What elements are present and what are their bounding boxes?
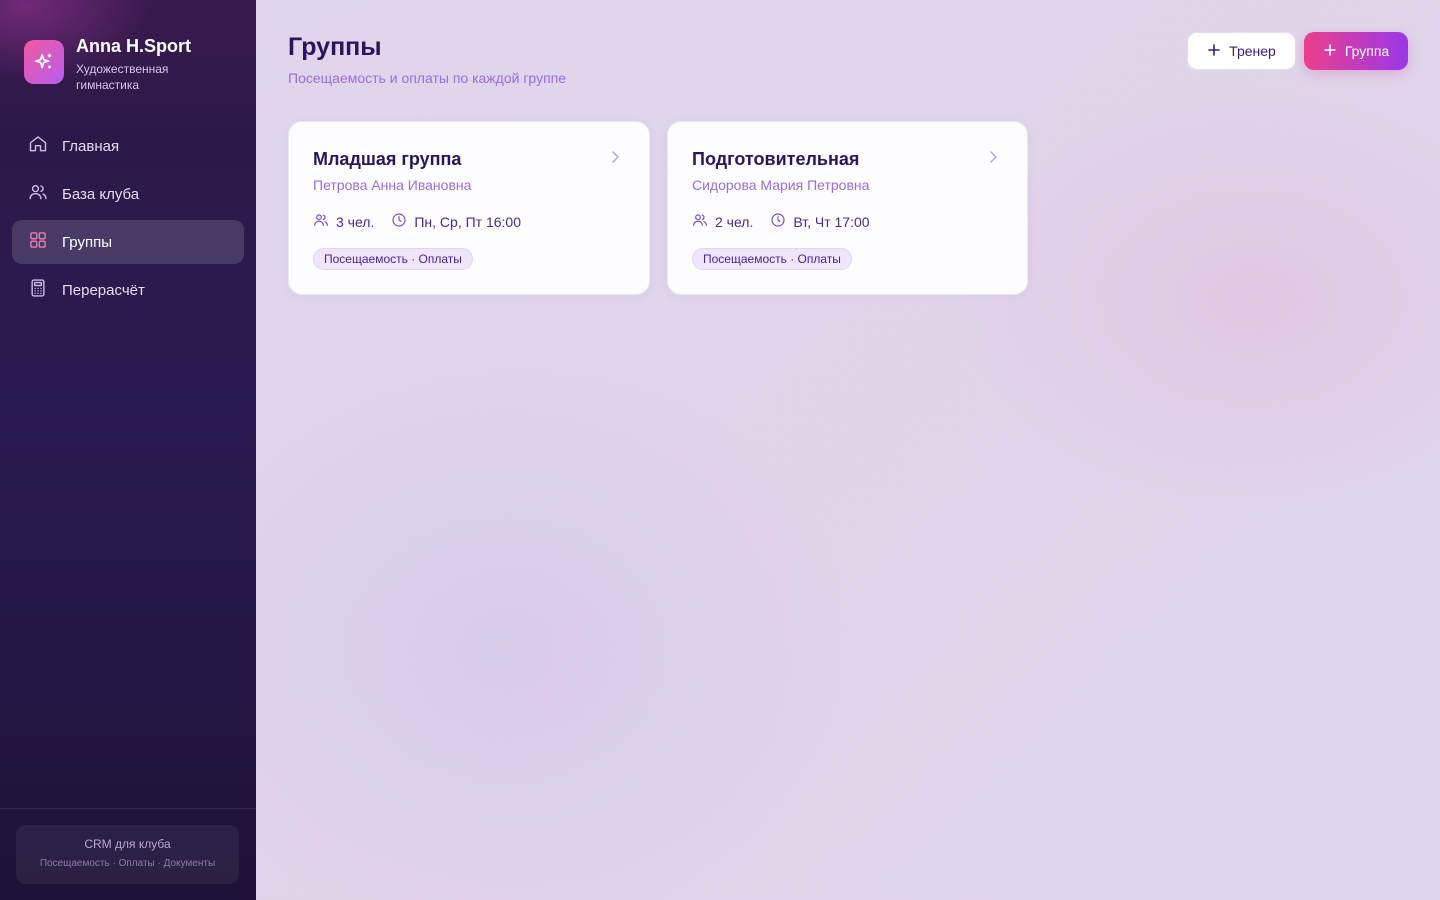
- main-content: Группы Посещаемость и оплаты по каждой г…: [256, 0, 1440, 900]
- group-schedule: Вт, Чт 17:00: [793, 213, 870, 230]
- divider: [0, 808, 256, 809]
- status-badge: Посещаемость · Оплаты: [692, 248, 852, 270]
- plus-icon: [1207, 43, 1221, 60]
- group-card[interactable]: Младшая группа Петрова Анна Ивановна 3 ч…: [288, 121, 650, 295]
- group-trainer: Сидорова Мария Петровна: [692, 177, 870, 193]
- users-icon: [28, 182, 48, 206]
- group-schedule: Пн, Ср, Пт 16:00: [414, 213, 522, 230]
- sparkles-icon: [24, 40, 64, 84]
- sidebar-item-label: Главная: [62, 137, 120, 155]
- sidebar-item-club-base[interactable]: База клуба: [12, 172, 244, 216]
- users-icon: [313, 212, 329, 231]
- page-subtitle: Посещаемость и оплаты по каждой группе: [288, 70, 567, 86]
- sidebar-item-label: Перерасчёт: [62, 281, 145, 299]
- add-group-label: Группа: [1344, 43, 1390, 59]
- add-trainer-button[interactable]: Тренер: [1187, 32, 1296, 70]
- sidebar-item-label: База клуба: [62, 185, 140, 203]
- footer-title: CRM для клуба: [84, 837, 171, 851]
- sidebar-item-home[interactable]: Главная: [12, 124, 244, 168]
- sidebar-footer-card: CRM для клуба Посещаемость · Оплаты · До…: [16, 825, 239, 884]
- sidebar-item-recalculation[interactable]: Перерасчёт: [12, 268, 244, 312]
- brand-header: Anna H.Sport Художественная гимнастика: [0, 0, 256, 124]
- sidebar: Anna H.Sport Художественная гимнастика Г…: [0, 0, 256, 900]
- users-icon: [692, 212, 708, 231]
- status-badge: Посещаемость · Оплаты: [313, 248, 473, 270]
- plus-icon: [1323, 43, 1337, 60]
- group-meta: 2 чел. Вт, Чт 17:00: [692, 212, 1003, 231]
- chevron-right-icon: [987, 150, 999, 169]
- page-title: Группы: [288, 33, 382, 61]
- clock-icon: [770, 212, 786, 231]
- group-members: 2 чел.: [715, 213, 754, 230]
- calculator-icon: [28, 278, 48, 302]
- home-icon: [28, 134, 48, 158]
- group-trainer: Петрова Анна Ивановна: [313, 177, 472, 193]
- group-meta: 3 чел. Пн, Ср, Пт 16:00: [313, 212, 625, 231]
- clock-icon: [391, 212, 407, 231]
- footer-subtitle: Посещаемость · Оплаты · Документы: [39, 858, 216, 869]
- brand-subtitle: Художественная гимнастика: [76, 62, 169, 92]
- group-card[interactable]: Подготовительная Сидорова Мария Петровна…: [667, 121, 1028, 295]
- group-name: Младшая группа: [313, 149, 462, 169]
- brand-title: Anna H.Sport: [76, 36, 191, 56]
- add-trainer-label: Тренер: [1229, 43, 1276, 59]
- sidebar-item-groups[interactable]: Группы: [12, 220, 244, 264]
- chevron-right-icon: [609, 150, 621, 169]
- group-name: Подготовительная: [692, 149, 860, 169]
- grid-icon: [28, 230, 48, 254]
- sidebar-nav: Главная База клуба Группы Перерасчёт: [0, 124, 256, 312]
- add-group-button[interactable]: Группа: [1304, 32, 1408, 70]
- sidebar-item-label: Группы: [62, 233, 112, 251]
- group-members: 3 чел.: [336, 213, 375, 230]
